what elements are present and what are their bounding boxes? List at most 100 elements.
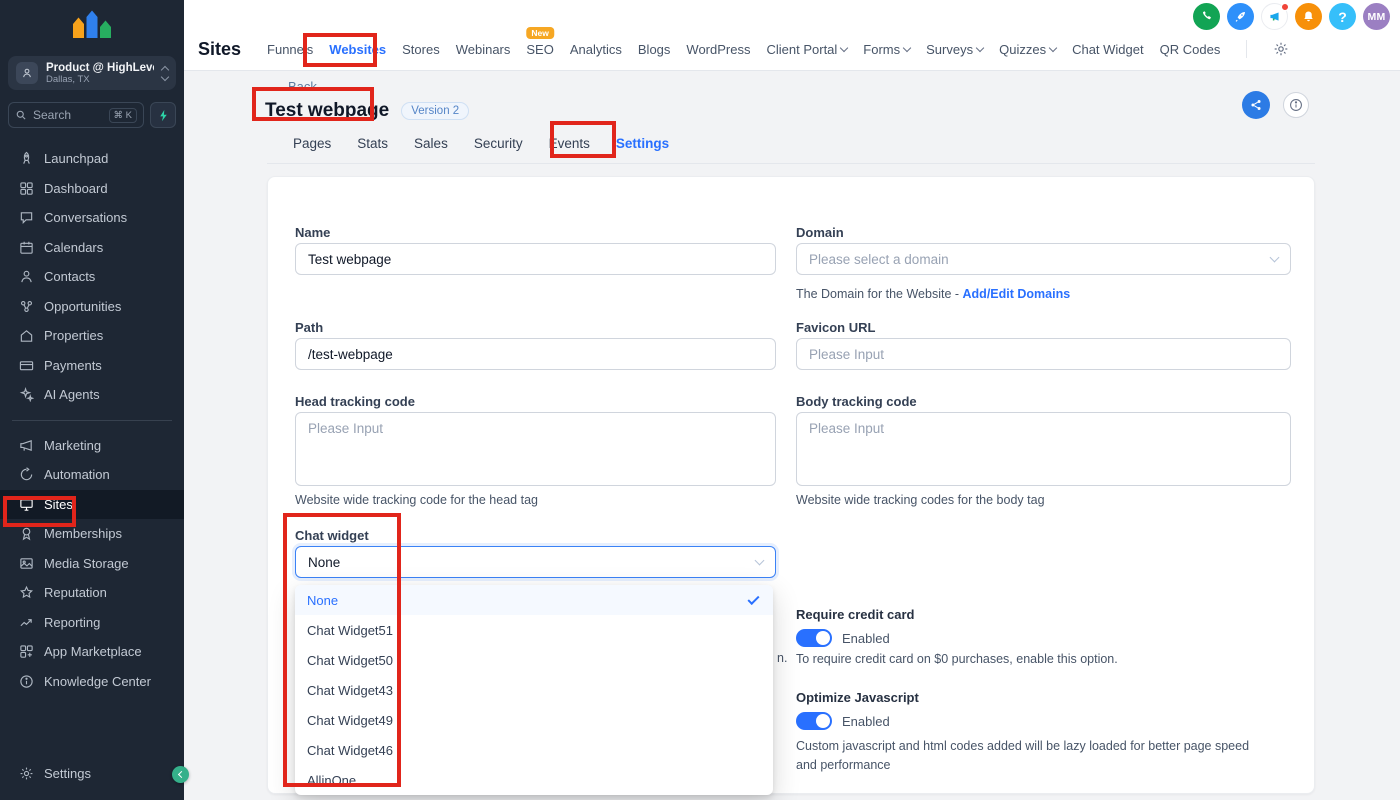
sidebar-item-reporting[interactable]: Reporting [0, 608, 184, 638]
sidebar-item-knowledge-center[interactable]: Knowledge Center [0, 667, 184, 697]
require-credit-card-label: Require credit card [796, 607, 915, 622]
sidebar-item-label: Sites [44, 497, 73, 512]
info-button[interactable] [1283, 92, 1309, 118]
head-tracking-textarea[interactable] [295, 412, 776, 486]
tab-webinars[interactable]: Webinars [456, 42, 511, 57]
sidebar-item-dashboard[interactable]: Dashboard [0, 174, 184, 204]
sidebar-item-contacts[interactable]: Contacts [0, 262, 184, 292]
user-avatar[interactable]: MM [1363, 3, 1390, 30]
tab-websites[interactable]: Websites [329, 42, 386, 57]
tab-qr-codes[interactable]: QR Codes [1160, 42, 1221, 57]
tab-forms[interactable]: Forms [863, 42, 910, 57]
chat-widget-option[interactable]: Chat Widget51 [295, 615, 773, 645]
require-credit-card-state: Enabled [842, 631, 890, 646]
sidebar-item-media-storage[interactable]: Media Storage [0, 549, 184, 579]
sidebar-search-input[interactable]: Search ⌘ K [8, 102, 144, 128]
sidebar-item-app-marketplace[interactable]: App Marketplace [0, 637, 184, 667]
chat-widget-option[interactable]: Chat Widget46 [295, 735, 773, 765]
tab-pages[interactable]: Pages [287, 136, 337, 151]
optimize-javascript-toggle[interactable] [796, 712, 832, 730]
favicon-input[interactable] [796, 338, 1291, 370]
sidebar-item-properties[interactable]: Properties [0, 321, 184, 351]
chat-widget-option[interactable]: AllinOne [295, 765, 773, 795]
chat-widget-label: Chat widget [295, 528, 369, 543]
sidebar-item-sites[interactable]: Sites [0, 490, 184, 520]
dashboard-icon [18, 181, 34, 196]
chat-widget-option[interactable]: Chat Widget49 [295, 705, 773, 735]
tab-analytics[interactable]: Analytics [570, 42, 622, 57]
sites-icon [18, 497, 34, 512]
sidebar-item-label: Marketing [44, 438, 101, 453]
sidebar-item-memberships[interactable]: Memberships [0, 519, 184, 549]
tab-stores[interactable]: Stores [402, 42, 440, 57]
new-badge: New [526, 27, 553, 39]
phone-button[interactable] [1193, 3, 1220, 30]
sidebar-item-calendars[interactable]: Calendars [0, 233, 184, 263]
domain-select[interactable]: Please select a domain [796, 243, 1291, 275]
chat-widget-option[interactable]: Chat Widget43 [295, 675, 773, 705]
quick-actions-button[interactable] [1227, 3, 1254, 30]
tab-funnels[interactable]: Funnels [267, 42, 313, 57]
tab-seo[interactable]: NewSEO [526, 42, 553, 57]
sidebar-item-label: App Marketplace [44, 644, 142, 659]
whats-new-button[interactable] [1261, 3, 1288, 30]
version-badge: Version 2 [401, 102, 469, 120]
sidebar-item-marketing[interactable]: Marketing [0, 431, 184, 461]
tab-surveys[interactable]: Surveys [926, 42, 983, 57]
back-link[interactable]: ← Back [270, 79, 317, 94]
toolbar-divider [1246, 40, 1247, 58]
chevron-down-icon [755, 556, 765, 566]
add-edit-domains-link[interactable]: Add/Edit Domains [963, 287, 1071, 301]
tab-stats[interactable]: Stats [351, 136, 394, 151]
content-area: ← Back Test webpage Version 2 Pages Stat… [184, 71, 1400, 800]
sidebar-item-ai-agents[interactable]: AI Agents [0, 380, 184, 410]
sidebar-item-label: Media Storage [44, 556, 129, 571]
calendar-icon [18, 240, 34, 255]
sidebar-item-opportunities[interactable]: Opportunities [0, 292, 184, 322]
back-arrow-icon: ← [270, 79, 283, 94]
sidebar-item-label: Memberships [44, 526, 122, 541]
sidebar-collapse-button[interactable] [172, 766, 189, 783]
sidebar-item-label: AI Agents [44, 387, 100, 402]
tab-settings[interactable]: Settings [610, 136, 675, 151]
sidebar-item-reputation[interactable]: Reputation [0, 578, 184, 608]
tab-blogs[interactable]: Blogs [638, 42, 671, 57]
sidebar-item-automation[interactable]: Automation [0, 460, 184, 490]
sites-settings-gear-button[interactable] [1273, 41, 1289, 57]
body-tracking-textarea[interactable] [796, 412, 1291, 486]
sidebar-item-label: Reputation [44, 585, 107, 600]
tab-wordpress[interactable]: WordPress [686, 42, 750, 57]
notification-dot [1281, 3, 1289, 11]
chat-widget-select[interactable]: None [295, 546, 776, 578]
sidebar-item-label: Opportunities [44, 299, 121, 314]
name-input[interactable] [295, 243, 776, 275]
sidebar-item-payments[interactable]: Payments [0, 351, 184, 381]
rocket-icon [1234, 10, 1247, 23]
account-switcher[interactable]: Product @ HighLevel Dallas, TX [8, 56, 176, 90]
chat-widget-option[interactable]: Chat Widget50 [295, 645, 773, 675]
chat-widget-value: None [308, 555, 340, 570]
chat-widget-option-none[interactable]: None [295, 585, 773, 615]
domain-label: Domain [796, 225, 844, 240]
sidebar-item-conversations[interactable]: Conversations [0, 203, 184, 233]
require-credit-card-toggle[interactable] [796, 629, 832, 647]
sidebar-item-settings[interactable]: Settings [0, 759, 184, 789]
notifications-button[interactable] [1295, 3, 1322, 30]
path-input[interactable] [295, 338, 776, 370]
share-button[interactable] [1242, 91, 1270, 119]
automation-icon [18, 467, 34, 482]
tab-chat-widget[interactable]: Chat Widget [1072, 42, 1144, 57]
ai-quick-button[interactable] [150, 102, 176, 128]
sidebar-item-label: Settings [44, 766, 91, 781]
app-window: Product @ HighLevel Dallas, TX Search ⌘ … [0, 0, 1400, 800]
sparkle-icon [18, 387, 34, 402]
sidebar-item-launchpad[interactable]: Launchpad [0, 144, 184, 174]
tab-sales[interactable]: Sales [408, 136, 454, 151]
tab-events[interactable]: Events [543, 136, 596, 151]
tab-security[interactable]: Security [468, 136, 529, 151]
tab-client-portal[interactable]: Client Portal [766, 42, 847, 57]
chevron-down-icon [1270, 253, 1280, 263]
tab-quizzes[interactable]: Quizzes [999, 42, 1056, 57]
bolt-icon [158, 109, 169, 122]
help-button[interactable]: ? [1329, 3, 1356, 30]
